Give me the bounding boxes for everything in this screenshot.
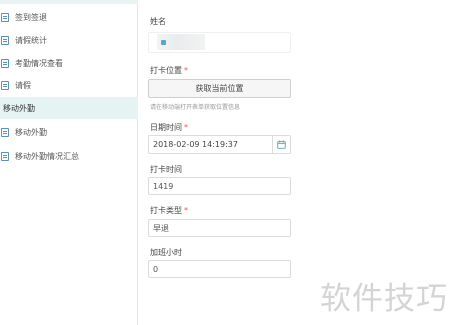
datetime-label: 日期时间 * xyxy=(150,123,188,132)
sidebar-item-attendance-view[interactable]: 考勤情况查看 xyxy=(0,52,138,74)
document-icon xyxy=(1,12,9,22)
location-hint: 请在移动端打开表单获取位置信息 xyxy=(150,104,241,111)
sidebar-item-leave[interactable]: 请假 xyxy=(0,74,138,96)
datetime-value: 2018-02-09 14:19:37 xyxy=(153,140,238,149)
document-icon xyxy=(1,151,9,161)
datetime-field[interactable]: 2018-02-09 14:19:37 xyxy=(148,135,291,154)
document-icon xyxy=(1,127,9,137)
sidebar-item-label: 签到签退 xyxy=(15,12,47,22)
sidebar-item-mobile-field-summary[interactable]: 移动外勤情况汇总 xyxy=(0,145,138,167)
sidebar-item-mobile-field[interactable]: 移动外勤 xyxy=(0,121,138,143)
name-label: 姓名 xyxy=(150,17,166,26)
sidebar-group-mobile-field[interactable]: 移动外勤 xyxy=(0,97,138,119)
sidebar-item-label: 移动外勤情况汇总 xyxy=(15,151,79,161)
punch-type-label: 打卡类型 * xyxy=(150,206,188,215)
overtime-field[interactable]: 0 xyxy=(148,260,291,278)
get-location-button[interactable]: 获取当前位置 xyxy=(148,79,291,98)
sidebar-item-label: 移动外勤 xyxy=(15,127,47,137)
watermark: 软件技巧 xyxy=(320,281,448,317)
document-icon xyxy=(1,80,9,90)
location-label: 打卡位置 * xyxy=(150,66,188,75)
punch-type-field[interactable]: 早退 xyxy=(148,219,291,237)
sidebar-item-label: 请假统计 xyxy=(15,35,47,45)
overtime-value: 0 xyxy=(153,264,159,274)
punch-time-value: 1419 xyxy=(153,181,174,191)
get-location-button-label: 获取当前位置 xyxy=(195,84,244,93)
punch-time-field[interactable]: 1419 xyxy=(148,177,291,195)
avatar xyxy=(157,34,205,50)
document-icon xyxy=(1,58,9,68)
required-mark: * xyxy=(184,66,188,75)
document-icon xyxy=(1,35,9,45)
required-mark: * xyxy=(184,206,188,215)
sidebar-item-sign-in-out[interactable]: 签到签退 xyxy=(0,6,138,28)
punch-type-value: 早退 xyxy=(153,223,169,233)
sidebar-top-strip xyxy=(0,0,138,4)
overtime-label: 加班小时 xyxy=(150,248,182,257)
calendar-icon[interactable] xyxy=(272,136,290,153)
punch-time-label: 打卡时间 xyxy=(150,165,182,174)
required-mark: * xyxy=(184,123,188,132)
sidebar-item-label: 考勤情况查看 xyxy=(15,58,63,68)
sidebar-item-leave-stats[interactable]: 请假统计 xyxy=(0,29,138,51)
sidebar-group-label: 移动外勤 xyxy=(3,103,35,113)
sidebar-item-label: 请假 xyxy=(15,80,31,90)
sidebar: 签到签退 请假统计 考勤情况查看 请假 移动外勤 移动外勤 移动外勤情况汇总 xyxy=(0,0,138,325)
